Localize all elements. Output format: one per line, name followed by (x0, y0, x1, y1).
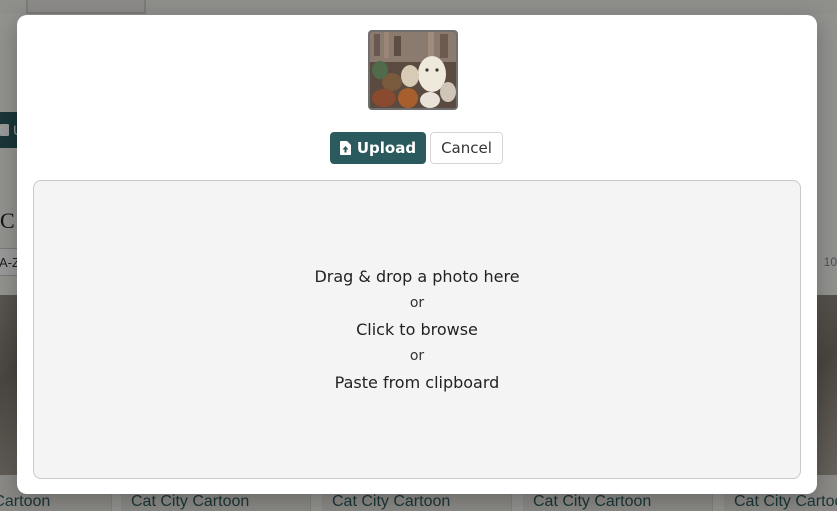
drag-drop-text: Drag & drop a photo here (314, 267, 520, 286)
upload-modal: Upload Cancel Drag & drop a photo here o… (17, 15, 817, 494)
preview-image (370, 32, 456, 108)
or-separator: or (409, 348, 425, 364)
browse-text: Click to browse (356, 320, 478, 339)
photo-dropzone[interactable]: Drag & drop a photo here or Click to bro… (33, 180, 801, 479)
file-upload-icon (339, 141, 351, 155)
modal-actions: Upload Cancel (330, 132, 503, 164)
upload-button-label: Upload (356, 139, 417, 157)
upload-button[interactable]: Upload (330, 132, 426, 164)
cancel-button[interactable]: Cancel (430, 132, 503, 164)
or-separator: or (409, 295, 425, 311)
photo-preview (368, 30, 458, 110)
paste-text: Paste from clipboard (334, 373, 500, 392)
